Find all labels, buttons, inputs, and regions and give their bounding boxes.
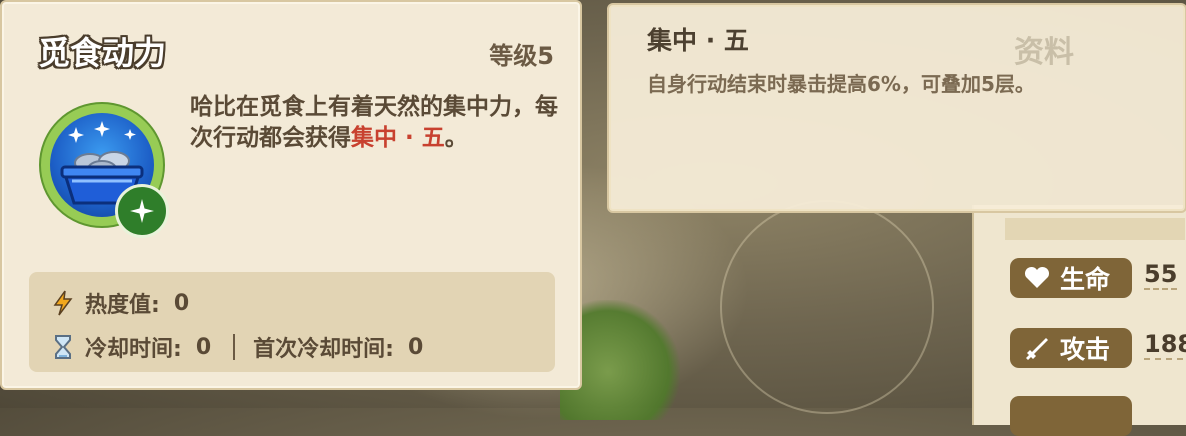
skill-icon[interactable] [39,102,169,238]
divider [233,334,236,360]
cooldown-value: 0 [195,334,212,360]
stat-row-hp: 生命 55 [1010,258,1186,298]
skill-card: 觅食动力 等级5 哈比在觅食上有着天然的集中力，每次行动都会获得集中 · 五。 … [0,0,582,390]
stat-label-attack: 攻击 [1010,328,1132,368]
buff-tooltip: 资料 集中 · 五 自身行动结束时暴击提高6%，可叠加5层。 [607,3,1186,213]
heat-value: 0 [173,290,190,316]
first-cooldown-label: 首次冷却时间: [253,337,394,362]
stat-value-attack: 188 [1144,330,1186,360]
buff-link[interactable]: 集中 · 五 [351,125,445,151]
skill-name: 觅食动力 [38,34,167,72]
first-cooldown-value: 0 [407,334,424,360]
cooldown-label: 冷却时间: [85,337,182,362]
skill-description: 哈比在觅食上有着天然的集中力，每次行动都会获得集中 · 五。 [190,94,558,151]
tooltip-body: 自身行动结束时暴击提高6%，可叠加5层。 [647,72,1035,96]
stat-label-partial [1010,396,1132,436]
stat-label-hp: 生命 [1010,258,1132,298]
skill-level: 等级5 [489,42,554,70]
background-ornament [720,200,934,414]
heat-row: 热度值: 0 [49,288,189,318]
tooltip-title: 集中 · 五 [647,26,749,55]
watermark-text: 资料 [1014,35,1074,70]
hourglass-icon [49,333,77,361]
skill-stats-box: 热度值: 0 冷却时间: 0 首次冷却时间: 0 [29,272,555,372]
lightning-icon [49,289,77,317]
stat-row-partial [1010,396,1186,436]
sword-icon [1022,333,1052,363]
stats-panel-header [1005,218,1185,240]
heat-label: 热度值: [85,293,160,318]
heart-icon [1022,263,1052,293]
sparkle-badge-icon [115,184,169,238]
stat-row-attack: 攻击 188 [1010,328,1186,368]
cooldown-row: 冷却时间: 0 首次冷却时间: 0 [49,332,423,362]
stat-value-hp: 55 [1144,260,1178,290]
